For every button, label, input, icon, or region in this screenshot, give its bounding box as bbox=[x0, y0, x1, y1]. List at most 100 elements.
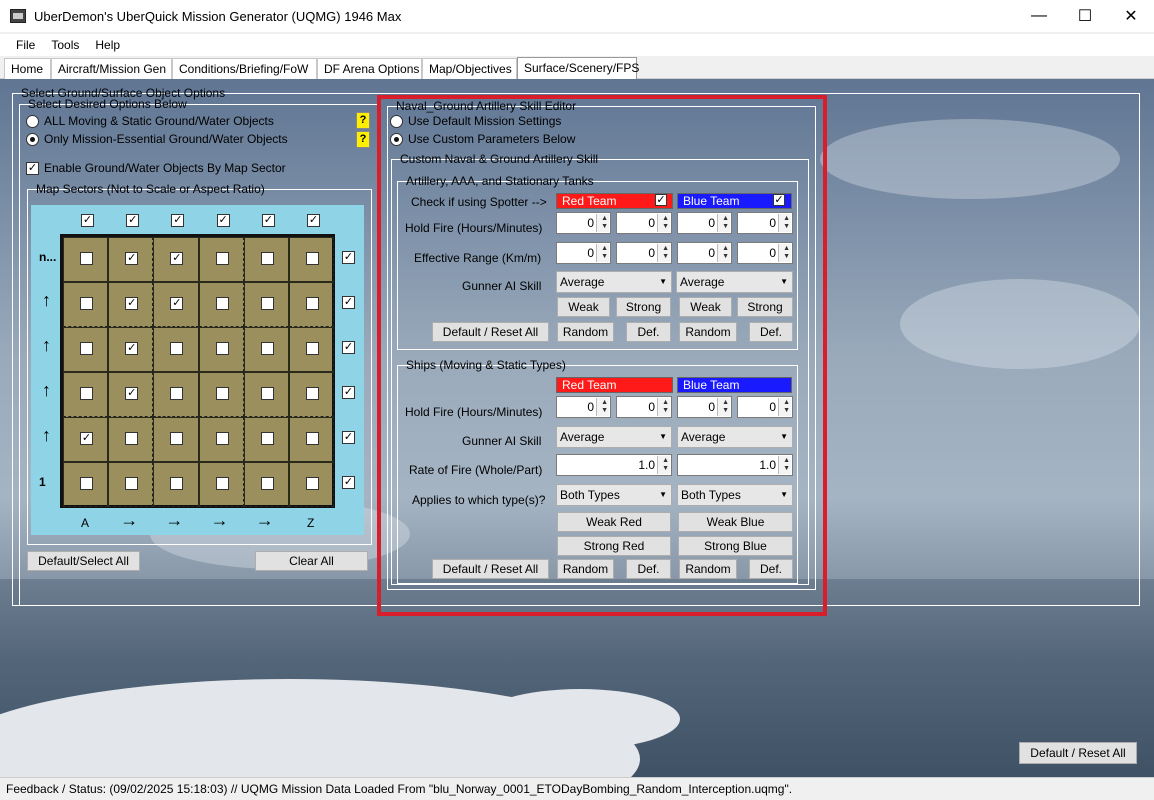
column-select-checkbox[interactable]: ✓ bbox=[307, 214, 320, 227]
ships-hold-fire-spinner[interactable]: 0 ▲ ▼ bbox=[737, 396, 793, 418]
red-rate-of-fire-spinner[interactable]: 1.0 ▲ ▼ bbox=[556, 454, 672, 476]
effective-range-spinner[interactable]: 0 ▲ ▼ bbox=[616, 242, 672, 264]
row-select-checkbox[interactable]: ✓ bbox=[342, 476, 355, 489]
close-button[interactable]: ✕ bbox=[1108, 0, 1154, 32]
blue-def-button[interactable]: Def. bbox=[749, 322, 793, 342]
sector-checkbox[interactable] bbox=[306, 342, 319, 355]
red-gunner-skill-select[interactable]: Average ▼ bbox=[556, 271, 672, 293]
enable-sectors-checkbox[interactable]: ✓ bbox=[26, 162, 39, 175]
menu-help[interactable]: Help bbox=[87, 38, 128, 52]
row-select-checkbox[interactable]: ✓ bbox=[342, 251, 355, 264]
sector-checkbox[interactable] bbox=[215, 432, 229, 445]
row-select-checkbox[interactable]: ✓ bbox=[342, 386, 355, 399]
clear-all-button[interactable]: Clear All bbox=[255, 551, 368, 571]
sector-checkbox[interactable] bbox=[80, 477, 93, 490]
radio-use-custom[interactable] bbox=[390, 133, 403, 146]
sector-checkbox[interactable]: ✓ bbox=[170, 252, 184, 265]
hold-fire-spinner[interactable]: 0 ▲ ▼ bbox=[616, 212, 672, 234]
sector-checkbox[interactable] bbox=[125, 477, 139, 490]
minimize-button[interactable]: — bbox=[1016, 0, 1062, 32]
sector-checkbox[interactable] bbox=[306, 252, 319, 265]
sector-checkbox[interactable]: ✓ bbox=[125, 387, 139, 400]
menu-file[interactable]: File bbox=[8, 38, 43, 52]
sector-checkbox[interactable] bbox=[306, 297, 319, 310]
sector-checkbox[interactable] bbox=[215, 297, 229, 310]
sector-checkbox[interactable] bbox=[170, 387, 184, 400]
blue-strong-button[interactable]: Strong bbox=[737, 297, 793, 317]
effective-range-spinner[interactable]: 0 ▲ ▼ bbox=[556, 242, 611, 264]
tab-map-objectives[interactable]: Map/Objectives bbox=[422, 58, 517, 79]
sector-checkbox[interactable] bbox=[260, 432, 274, 445]
hold-fire-spinner[interactable]: 0 ▲ ▼ bbox=[737, 212, 793, 234]
sector-checkbox[interactable] bbox=[215, 387, 229, 400]
sector-checkbox[interactable] bbox=[170, 342, 184, 355]
blue-applies-select[interactable]: Both Types ▼ bbox=[677, 484, 793, 506]
radio-use-default[interactable] bbox=[390, 115, 403, 128]
weak-blue-button[interactable]: Weak Blue bbox=[678, 512, 793, 532]
sector-checkbox[interactable] bbox=[215, 252, 229, 265]
tab-aircraft-mission-gen[interactable]: Aircraft/Mission Gen bbox=[51, 58, 172, 79]
hold-fire-spinner[interactable]: 0 ▲ ▼ bbox=[677, 212, 732, 234]
red-applies-select[interactable]: Both Types ▼ bbox=[556, 484, 672, 506]
weak-red-button[interactable]: Weak Red bbox=[557, 512, 671, 532]
sector-checkbox[interactable] bbox=[260, 252, 274, 265]
red-weak-button[interactable]: Weak bbox=[557, 297, 610, 317]
sector-checkbox[interactable] bbox=[80, 342, 93, 355]
sector-checkbox[interactable] bbox=[260, 477, 274, 490]
row-select-checkbox[interactable]: ✓ bbox=[342, 296, 355, 309]
sector-checkbox[interactable] bbox=[80, 252, 93, 265]
help-icon[interactable]: ? bbox=[356, 131, 370, 148]
sector-checkbox[interactable]: ✓ bbox=[125, 297, 139, 310]
sector-checkbox[interactable] bbox=[215, 342, 229, 355]
tab-surface-scenery[interactable]: Surface/Scenery/FPS bbox=[517, 57, 639, 79]
ships-blue-random-button[interactable]: Random bbox=[679, 559, 737, 579]
tab-home[interactable]: Home bbox=[4, 58, 51, 79]
blue-weak-button[interactable]: Weak bbox=[679, 297, 732, 317]
red-random-button[interactable]: Random bbox=[557, 322, 614, 342]
sector-checkbox[interactable] bbox=[260, 387, 274, 400]
red-def-button[interactable]: Def. bbox=[626, 322, 671, 342]
ships-blue-def-button[interactable]: Def. bbox=[749, 559, 793, 579]
sector-checkbox[interactable] bbox=[125, 432, 139, 445]
ships-hold-fire-spinner[interactable]: 0 ▲ ▼ bbox=[616, 396, 672, 418]
red-spotter-checkbox[interactable]: ✓ bbox=[655, 194, 667, 206]
sector-checkbox[interactable] bbox=[170, 477, 184, 490]
strong-blue-button[interactable]: Strong Blue bbox=[678, 536, 793, 556]
column-select-checkbox[interactable]: ✓ bbox=[126, 214, 140, 227]
tab-df-arena[interactable]: DF Arena Options bbox=[317, 58, 422, 79]
sector-checkbox[interactable]: ✓ bbox=[125, 342, 139, 355]
red-strong-button[interactable]: Strong bbox=[616, 297, 671, 317]
sector-checkbox[interactable] bbox=[80, 297, 93, 310]
sector-checkbox[interactable] bbox=[170, 432, 184, 445]
strong-red-button[interactable]: Strong Red bbox=[557, 536, 671, 556]
page-reset-button[interactable]: Default / Reset All bbox=[1019, 742, 1137, 764]
ships-red-random-button[interactable]: Random bbox=[557, 559, 614, 579]
ships-red-gunner-select[interactable]: Average ▼ bbox=[556, 426, 672, 448]
sector-checkbox[interactable] bbox=[260, 297, 274, 310]
sector-checkbox[interactable] bbox=[80, 387, 93, 400]
hold-fire-spinner[interactable]: 0 ▲ ▼ bbox=[556, 212, 611, 234]
ships-hold-fire-spinner[interactable]: 0 ▲ ▼ bbox=[677, 396, 732, 418]
blue-random-button[interactable]: Random bbox=[679, 322, 737, 342]
effective-range-spinner[interactable]: 0 ▲ ▼ bbox=[737, 242, 793, 264]
blue-spotter-checkbox[interactable]: ✓ bbox=[773, 194, 785, 206]
sector-checkbox[interactable] bbox=[306, 387, 319, 400]
menu-tools[interactable]: Tools bbox=[43, 38, 87, 52]
radio-all-objects[interactable] bbox=[26, 115, 39, 128]
radio-essential-objects[interactable] bbox=[26, 133, 39, 146]
help-icon[interactable]: ? bbox=[356, 112, 370, 129]
artillery-reset-button[interactable]: Default / Reset All bbox=[432, 322, 549, 342]
sector-checkbox[interactable]: ✓ bbox=[125, 252, 139, 265]
column-select-checkbox[interactable]: ✓ bbox=[216, 214, 230, 227]
column-select-checkbox[interactable]: ✓ bbox=[261, 214, 275, 227]
sector-checkbox[interactable]: ✓ bbox=[80, 432, 93, 445]
sector-checkbox[interactable]: ✓ bbox=[170, 297, 184, 310]
sector-checkbox[interactable] bbox=[215, 477, 229, 490]
ships-blue-gunner-select[interactable]: Average ▼ bbox=[677, 426, 793, 448]
sector-checkbox[interactable] bbox=[306, 477, 319, 490]
tab-conditions[interactable]: Conditions/Briefing/FoW bbox=[172, 58, 317, 79]
row-select-checkbox[interactable]: ✓ bbox=[342, 341, 355, 354]
row-select-checkbox[interactable]: ✓ bbox=[342, 431, 355, 444]
ships-red-def-button[interactable]: Def. bbox=[626, 559, 671, 579]
default-select-all-button[interactable]: Default/Select All bbox=[27, 551, 140, 571]
